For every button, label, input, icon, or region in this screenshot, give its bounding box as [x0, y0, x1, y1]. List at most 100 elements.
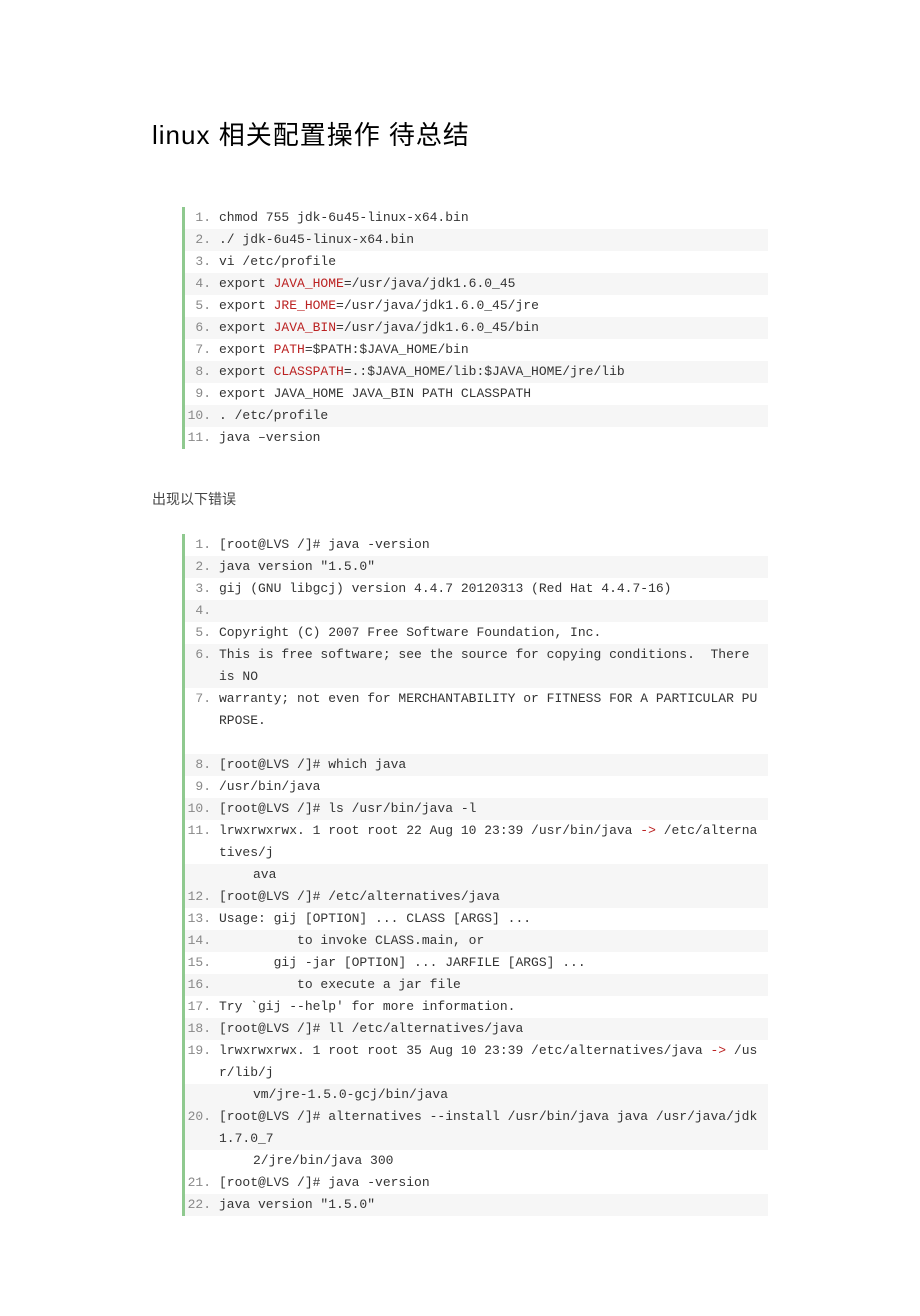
line-number	[185, 864, 219, 886]
code-line: 18.[root@LVS /]# ll /etc/alternatives/ja…	[185, 1018, 768, 1040]
code-line: 6.export JAVA_BIN=/usr/java/jdk1.6.0_45/…	[185, 317, 768, 339]
line-number: 13.	[185, 908, 219, 930]
code-line: 12.[root@LVS /]# /etc/alternatives/java	[185, 886, 768, 908]
code-block-2: 1.[root@LVS /]# java -version2.java vers…	[182, 534, 768, 1216]
code-line: 5.Copyright (C) 2007 Free Software Found…	[185, 622, 768, 644]
code-line: 4.export JAVA_HOME=/usr/java/jdk1.6.0_45	[185, 273, 768, 295]
code-text: Try `gij --help' for more information.	[219, 996, 768, 1018]
line-number: 3.	[185, 251, 219, 273]
code-block-1: 1.chmod 755 jdk-6u45-linux-x64.bin2../ j…	[182, 207, 768, 449]
line-number: 11.	[185, 820, 219, 864]
code-text: ava	[219, 864, 768, 886]
code-line: 10.[root@LVS /]# ls /usr/bin/java -l	[185, 798, 768, 820]
code-line: 21.[root@LVS /]# java -version	[185, 1172, 768, 1194]
code-text: to invoke CLASS.main, or	[219, 930, 768, 952]
code-text	[219, 600, 768, 622]
code-line: 1.chmod 755 jdk-6u45-linux-x64.bin	[185, 207, 768, 229]
code-line: 9.export JAVA_HOME JAVA_BIN PATH CLASSPA…	[185, 383, 768, 405]
code-text: ./ jdk-6u45-linux-x64.bin	[219, 229, 768, 251]
code-line: 8.export CLASSPATH=.:$JAVA_HOME/lib:$JAV…	[185, 361, 768, 383]
code-line: vm/jre-1.5.0-gcj/bin/java	[185, 1084, 768, 1106]
code-text: vm/jre-1.5.0-gcj/bin/java	[219, 1084, 768, 1106]
code-text: gij -jar [OPTION] ... JARFILE [ARGS] ...	[219, 952, 768, 974]
line-number: 16.	[185, 974, 219, 996]
code-text: [root@LVS /]# java -version	[219, 534, 768, 556]
line-number: 4.	[185, 273, 219, 295]
code-text: export PATH=$PATH:$JAVA_HOME/bin	[219, 339, 768, 361]
code-text: [root@LVS /]# alternatives --install /us…	[219, 1106, 768, 1150]
line-number: 15.	[185, 952, 219, 974]
line-number	[185, 732, 219, 754]
code-line: 11.java –version	[185, 427, 768, 449]
code-line: 4.	[185, 600, 768, 622]
line-number: 9.	[185, 383, 219, 405]
code-text: to execute a jar file	[219, 974, 768, 996]
line-number: 1.	[185, 534, 219, 556]
code-line: 13.Usage: gij [OPTION] ... CLASS [ARGS] …	[185, 908, 768, 930]
line-number: 17.	[185, 996, 219, 1018]
code-text: [root@LVS /]# ll /etc/alternatives/java	[219, 1018, 768, 1040]
code-text: [root@LVS /]# java -version	[219, 1172, 768, 1194]
code-line: 8.[root@LVS /]# which java	[185, 754, 768, 776]
code-line: 2../ jdk-6u45-linux-x64.bin	[185, 229, 768, 251]
line-number: 14.	[185, 930, 219, 952]
code-line: 19.lrwxrwxrwx. 1 root root 35 Aug 10 23:…	[185, 1040, 768, 1084]
line-number: 8.	[185, 361, 219, 383]
code-text: export JAVA_BIN=/usr/java/jdk1.6.0_45/bi…	[219, 317, 768, 339]
code-text: . /etc/profile	[219, 405, 768, 427]
line-number: 7.	[185, 339, 219, 361]
line-number: 5.	[185, 622, 219, 644]
line-number	[185, 1084, 219, 1106]
line-number: 4.	[185, 600, 219, 622]
code-line: 9./usr/bin/java	[185, 776, 768, 798]
code-line: 16. to execute a jar file	[185, 974, 768, 996]
code-text: Copyright (C) 2007 Free Software Foundat…	[219, 622, 768, 644]
code-line: 1.[root@LVS /]# java -version	[185, 534, 768, 556]
code-text: export JRE_HOME=/usr/java/jdk1.6.0_45/jr…	[219, 295, 768, 317]
code-line: ava	[185, 864, 768, 886]
line-number: 11.	[185, 427, 219, 449]
line-number: 2.	[185, 229, 219, 251]
code-text: export CLASSPATH=.:$JAVA_HOME/lib:$JAVA_…	[219, 361, 768, 383]
code-text: [root@LVS /]# which java	[219, 754, 768, 776]
code-text: export JAVA_HOME JAVA_BIN PATH CLASSPATH	[219, 383, 768, 405]
code-text: warranty; not even for MERCHANTABILITY o…	[219, 688, 768, 732]
code-line: 3.gij (GNU libgcj) version 4.4.7 2012031…	[185, 578, 768, 600]
line-number: 22.	[185, 1194, 219, 1216]
code-text: /usr/bin/java	[219, 776, 768, 798]
code-text	[219, 732, 768, 754]
code-line: 15. gij -jar [OPTION] ... JARFILE [ARGS]…	[185, 952, 768, 974]
line-number: 7.	[185, 688, 219, 732]
code-text: lrwxrwxrwx. 1 root root 22 Aug 10 23:39 …	[219, 820, 768, 864]
code-text: java –version	[219, 427, 768, 449]
code-line: 11.lrwxrwxrwx. 1 root root 22 Aug 10 23:…	[185, 820, 768, 864]
code-text: Usage: gij [OPTION] ... CLASS [ARGS] ...	[219, 908, 768, 930]
line-number: 21.	[185, 1172, 219, 1194]
code-text: 2/jre/bin/java 300	[219, 1150, 768, 1172]
code-line: 17.Try `gij --help' for more information…	[185, 996, 768, 1018]
code-line: 7.warranty; not even for MERCHANTABILITY…	[185, 688, 768, 732]
line-number: 19.	[185, 1040, 219, 1084]
code-text: lrwxrwxrwx. 1 root root 35 Aug 10 23:39 …	[219, 1040, 768, 1084]
code-line: 10.. /etc/profile	[185, 405, 768, 427]
line-number: 12.	[185, 886, 219, 908]
code-text: java version "1.5.0"	[219, 1194, 768, 1216]
line-number: 6.	[185, 644, 219, 688]
line-number: 1.	[185, 207, 219, 229]
line-number	[185, 1150, 219, 1172]
line-number: 8.	[185, 754, 219, 776]
line-number: 6.	[185, 317, 219, 339]
code-text: [root@LVS /]# ls /usr/bin/java -l	[219, 798, 768, 820]
code-line: 6.This is free software; see the source …	[185, 644, 768, 688]
code-line: 2/jre/bin/java 300	[185, 1150, 768, 1172]
section-error-label: 出现以下错误	[152, 489, 768, 509]
line-number: 5.	[185, 295, 219, 317]
code-line: 22.java version "1.5.0"	[185, 1194, 768, 1216]
code-text: gij (GNU libgcj) version 4.4.7 20120313 …	[219, 578, 768, 600]
code-text: export JAVA_HOME=/usr/java/jdk1.6.0_45	[219, 273, 768, 295]
line-number: 18.	[185, 1018, 219, 1040]
code-line: 14. to invoke CLASS.main, or	[185, 930, 768, 952]
line-number: 20.	[185, 1106, 219, 1150]
line-number: 2.	[185, 556, 219, 578]
code-line	[185, 732, 768, 754]
